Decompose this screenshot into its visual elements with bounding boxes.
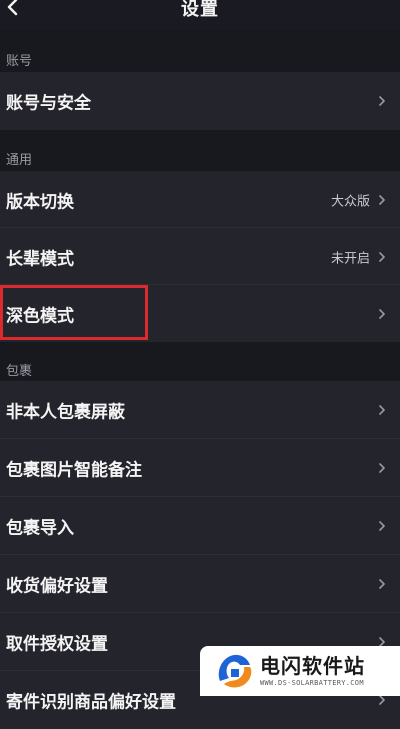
chevron-right-icon [378,194,386,206]
settings-item-label: 收货偏好设置 [6,576,108,597]
settings-item-label: 包裹图片智能备注 [6,460,142,481]
settings-item-account-security[interactable]: 账号与安全 [0,72,400,130]
section-header-general: 通用 [0,130,400,171]
top-nav-bar: 设置 [0,0,400,30]
page-title: 设置 [181,0,219,20]
watermark-title: 电闪软件站 [260,654,365,678]
chevron-right-icon [378,520,386,532]
chevron-right-icon [378,404,386,416]
watermark-url: WWW.DS-SOLARBATTERY.COM [260,679,364,687]
settings-item-label: 账号与安全 [6,93,91,114]
brand-logo-icon [214,651,254,691]
settings-item-delivery-preference[interactable]: 收货偏好设置 [0,555,400,613]
settings-item-package-import[interactable]: 包裹导入 [0,497,400,555]
settings-item-dark-mode[interactable]: 深色模式 [0,285,400,342]
settings-item-non-self-package-block[interactable]: 非本人包裹屏蔽 [0,381,400,439]
settings-item-label: 深色模式 [6,306,74,326]
settings-item-label: 取件授权设置 [6,634,108,655]
watermark-badge: 电闪软件站 WWW.DS-SOLARBATTERY.COM [200,646,400,696]
chevron-right-icon [378,308,386,320]
chevron-right-icon [378,578,386,590]
settings-item-value: 未开启 [330,251,370,266]
section-label: 通用 [6,153,33,168]
section-header-account: 账号 [0,30,400,72]
settings-item-package-image-note[interactable]: 包裹图片智能备注 [0,439,400,497]
settings-item-value: 大众版 [330,194,370,209]
settings-item-label: 寄件识别商品偏好设置 [6,692,176,713]
chevron-right-icon [378,95,386,107]
settings-item-label: 包裹导入 [6,518,74,539]
section-label: 包裹 [6,364,33,379]
section-label: 账号 [6,54,33,69]
settings-item-version-switch[interactable]: 版本切换 大众版 [0,171,400,228]
chevron-right-icon [378,251,386,263]
chevron-right-icon [378,462,386,474]
settings-item-label: 长辈模式 [6,249,74,269]
settings-item-label: 版本切换 [6,192,74,212]
settings-item-label: 非本人包裹屏蔽 [6,402,125,423]
settings-item-elder-mode[interactable]: 长辈模式 未开启 [0,228,400,285]
section-header-package: 包裹 [0,342,400,381]
